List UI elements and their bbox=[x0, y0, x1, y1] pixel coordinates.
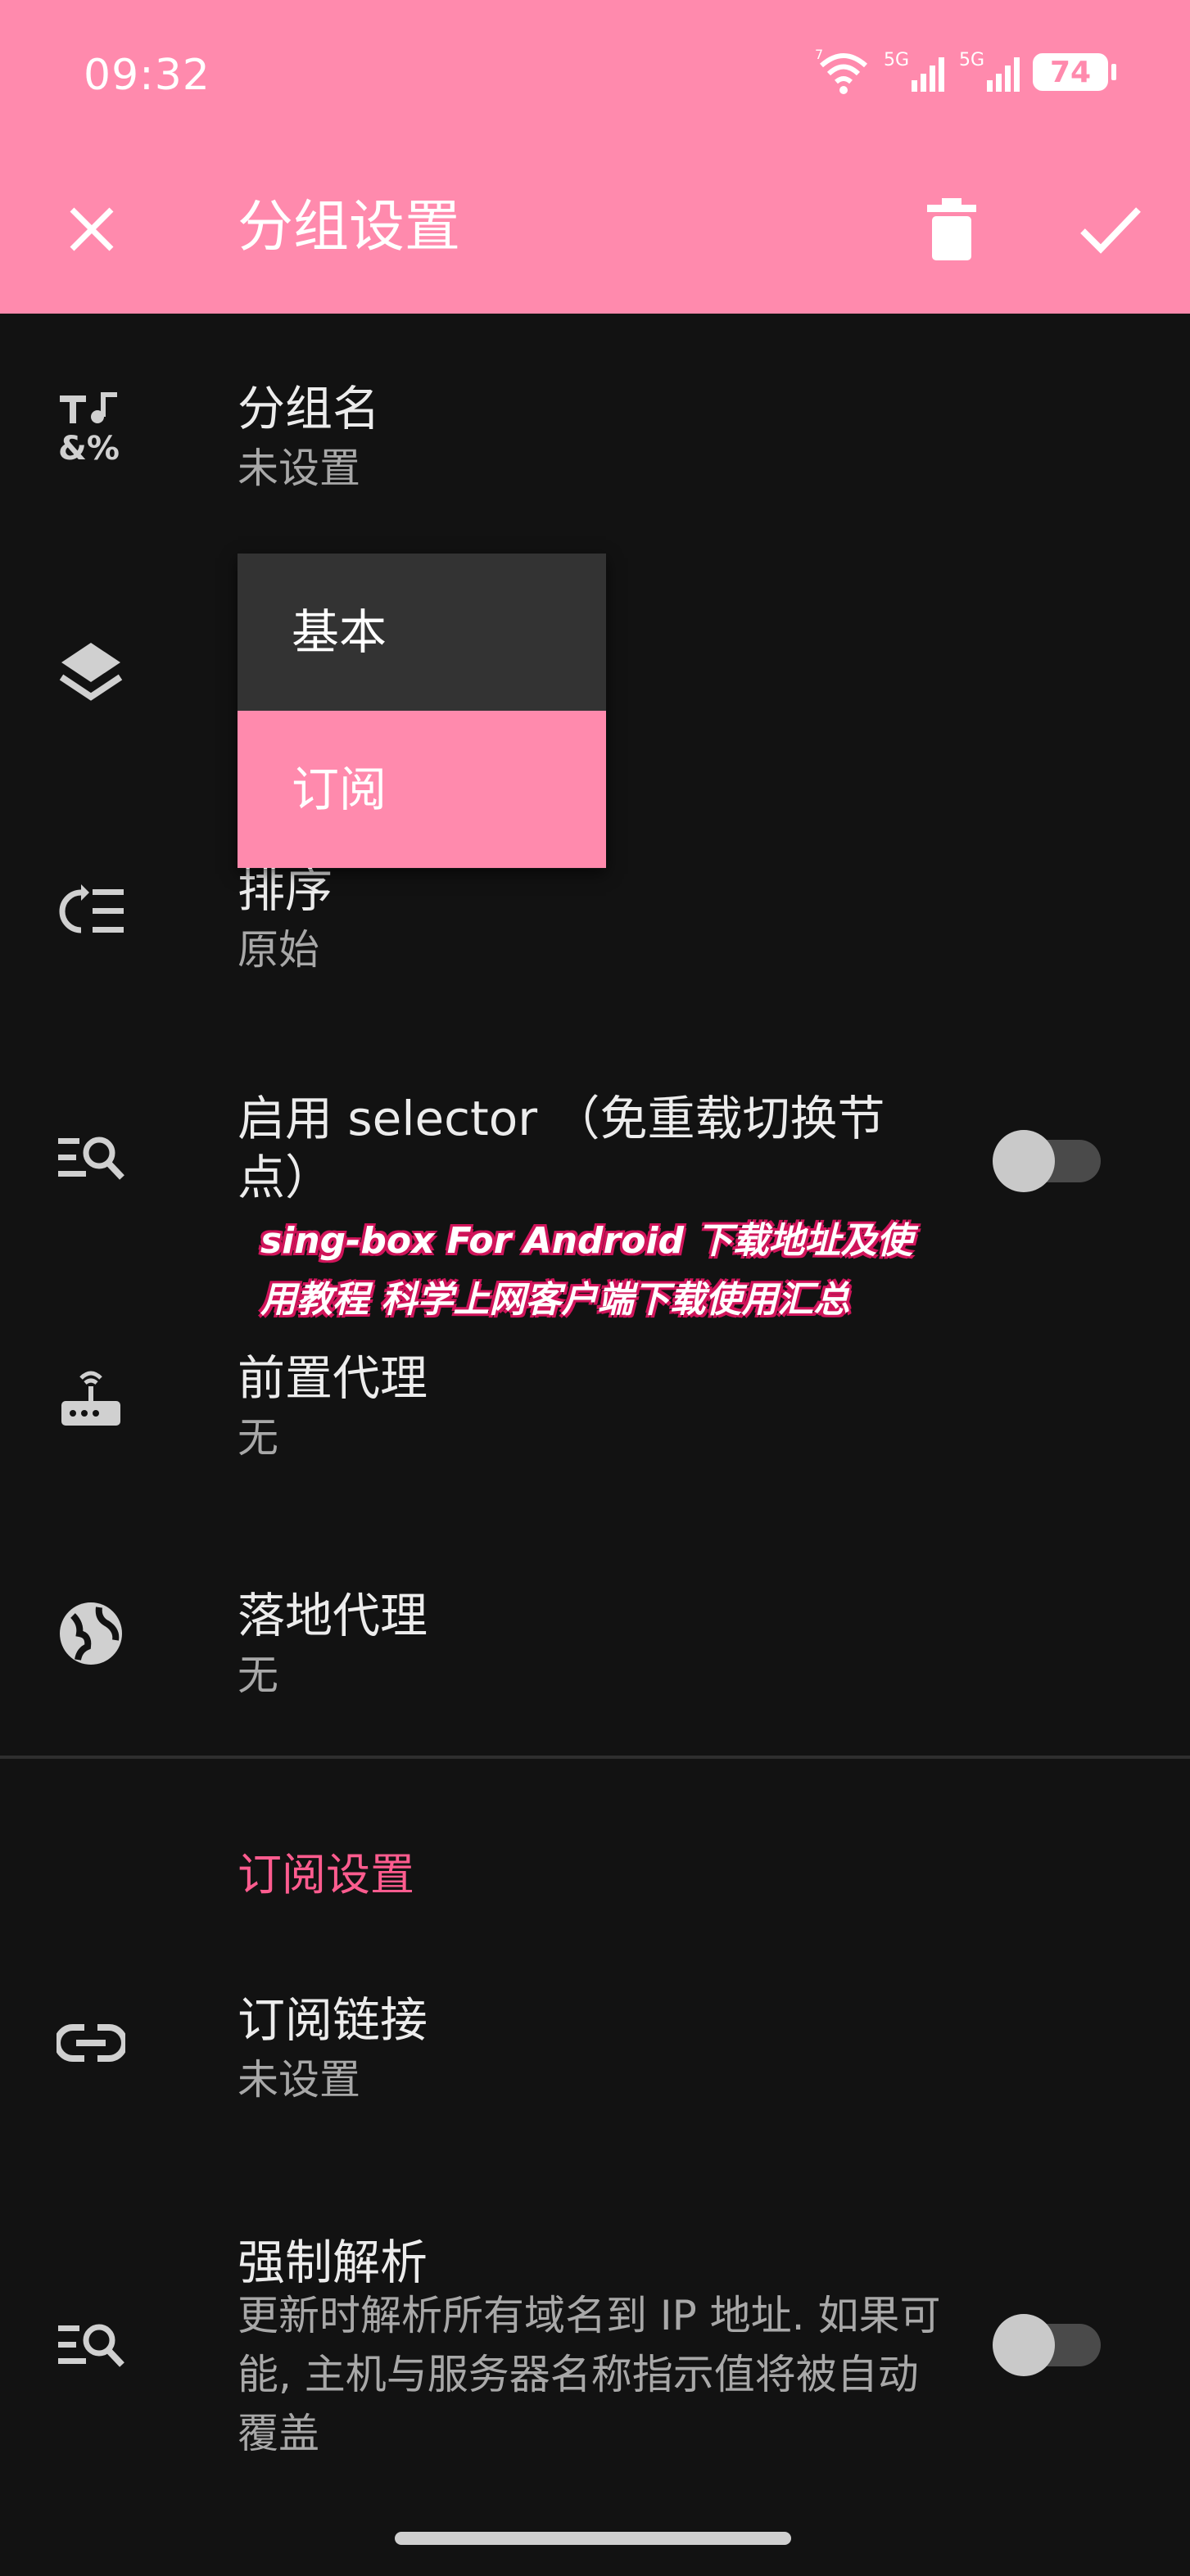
toggle-thumb bbox=[993, 1130, 1055, 1192]
enable-selector-title: 启用 selector （免重载切换节点） bbox=[238, 1091, 885, 1205]
group-name-title: 分组名 bbox=[238, 381, 381, 436]
landing-proxy-title: 落地代理 bbox=[238, 1588, 428, 1643]
globe-icon bbox=[54, 1597, 128, 1670]
front-proxy-summary: 无 bbox=[238, 1414, 278, 1462]
subscription-link-setting[interactable]: 订阅链接 未设置 bbox=[0, 1965, 1190, 2129]
close-icon bbox=[70, 207, 114, 251]
search-list-icon bbox=[54, 2309, 128, 2383]
confirm-button[interactable] bbox=[1070, 188, 1152, 270]
home-indicator[interactable] bbox=[395, 2532, 791, 2545]
force-resolve-setting[interactable]: 强制解析 更新时解析所有域名到 IP 地址. 如果可能, 主机与服务器名称指示值… bbox=[0, 2211, 1190, 2489]
signal-label-2: 5G bbox=[959, 50, 984, 70]
force-resolve-toggle[interactable] bbox=[993, 2314, 1101, 2376]
svg-text:&%: &% bbox=[58, 430, 120, 461]
search-list-icon bbox=[54, 1122, 128, 1195]
page-title: 分组设置 bbox=[238, 195, 461, 260]
section-divider bbox=[0, 1756, 1190, 1759]
dropdown-option-subscription[interactable]: 订阅 bbox=[238, 711, 606, 868]
app-bar: 分组设置 bbox=[0, 156, 1190, 314]
landing-proxy-summary: 无 bbox=[238, 1652, 278, 1699]
wifi-label: 7 bbox=[815, 47, 823, 62]
status-bar: 09:32 7 5G 5G 74 bbox=[0, 0, 1190, 156]
router-icon bbox=[54, 1359, 128, 1433]
dropdown-option-basic[interactable]: 基本 bbox=[238, 554, 606, 711]
enable-selector-toggle[interactable] bbox=[993, 1130, 1101, 1192]
trash-icon bbox=[927, 198, 976, 260]
delete-button[interactable] bbox=[911, 188, 993, 270]
wifi-icon: 7 bbox=[815, 47, 867, 94]
sort-order-summary: 原始 bbox=[238, 926, 319, 974]
force-resolve-title: 强制解析 bbox=[238, 2235, 428, 2290]
link-icon bbox=[54, 2006, 128, 2080]
sort-icon bbox=[54, 874, 128, 948]
system-icons: 7 5G 5G 74 bbox=[815, 47, 1116, 97]
subscription-link-summary: 未设置 bbox=[238, 2056, 360, 2104]
subscription-link-title: 订阅链接 bbox=[238, 1992, 428, 2048]
close-button[interactable] bbox=[51, 188, 133, 270]
front-proxy-title: 前置代理 bbox=[238, 1350, 428, 1406]
layers-icon bbox=[54, 635, 128, 709]
front-proxy-setting[interactable]: 前置代理 无 bbox=[0, 1318, 1190, 1482]
signal-label-1: 5G bbox=[884, 50, 909, 70]
group-type-dropdown[interactable]: 基本 订阅 bbox=[238, 554, 606, 869]
subscription-section-header: 订阅设置 bbox=[238, 1849, 414, 1900]
landing-proxy-setting[interactable]: 落地代理 无 bbox=[0, 1556, 1190, 1720]
battery-level: 74 bbox=[1049, 55, 1092, 89]
battery-indicator: 74 bbox=[1033, 53, 1116, 91]
check-icon bbox=[1080, 207, 1141, 254]
group-name-setting[interactable]: &% 分组名 未设置 bbox=[0, 344, 1190, 508]
signal-icon-1: 5G bbox=[884, 50, 944, 92]
watermark-text: sing-box For Android 下载地址及使用教程 科学上网客户端下载… bbox=[260, 1220, 913, 1321]
status-time: 09:32 bbox=[84, 51, 210, 100]
group-name-summary: 未设置 bbox=[238, 445, 360, 492]
force-resolve-summary: 更新时解析所有域名到 IP 地址. 如果可能, 主机与服务器名称指示值将被自动覆… bbox=[238, 2292, 941, 2457]
text-format-icon: &% bbox=[54, 389, 128, 463]
toggle-thumb bbox=[993, 2314, 1055, 2376]
signal-icon-2: 5G bbox=[959, 50, 1020, 92]
